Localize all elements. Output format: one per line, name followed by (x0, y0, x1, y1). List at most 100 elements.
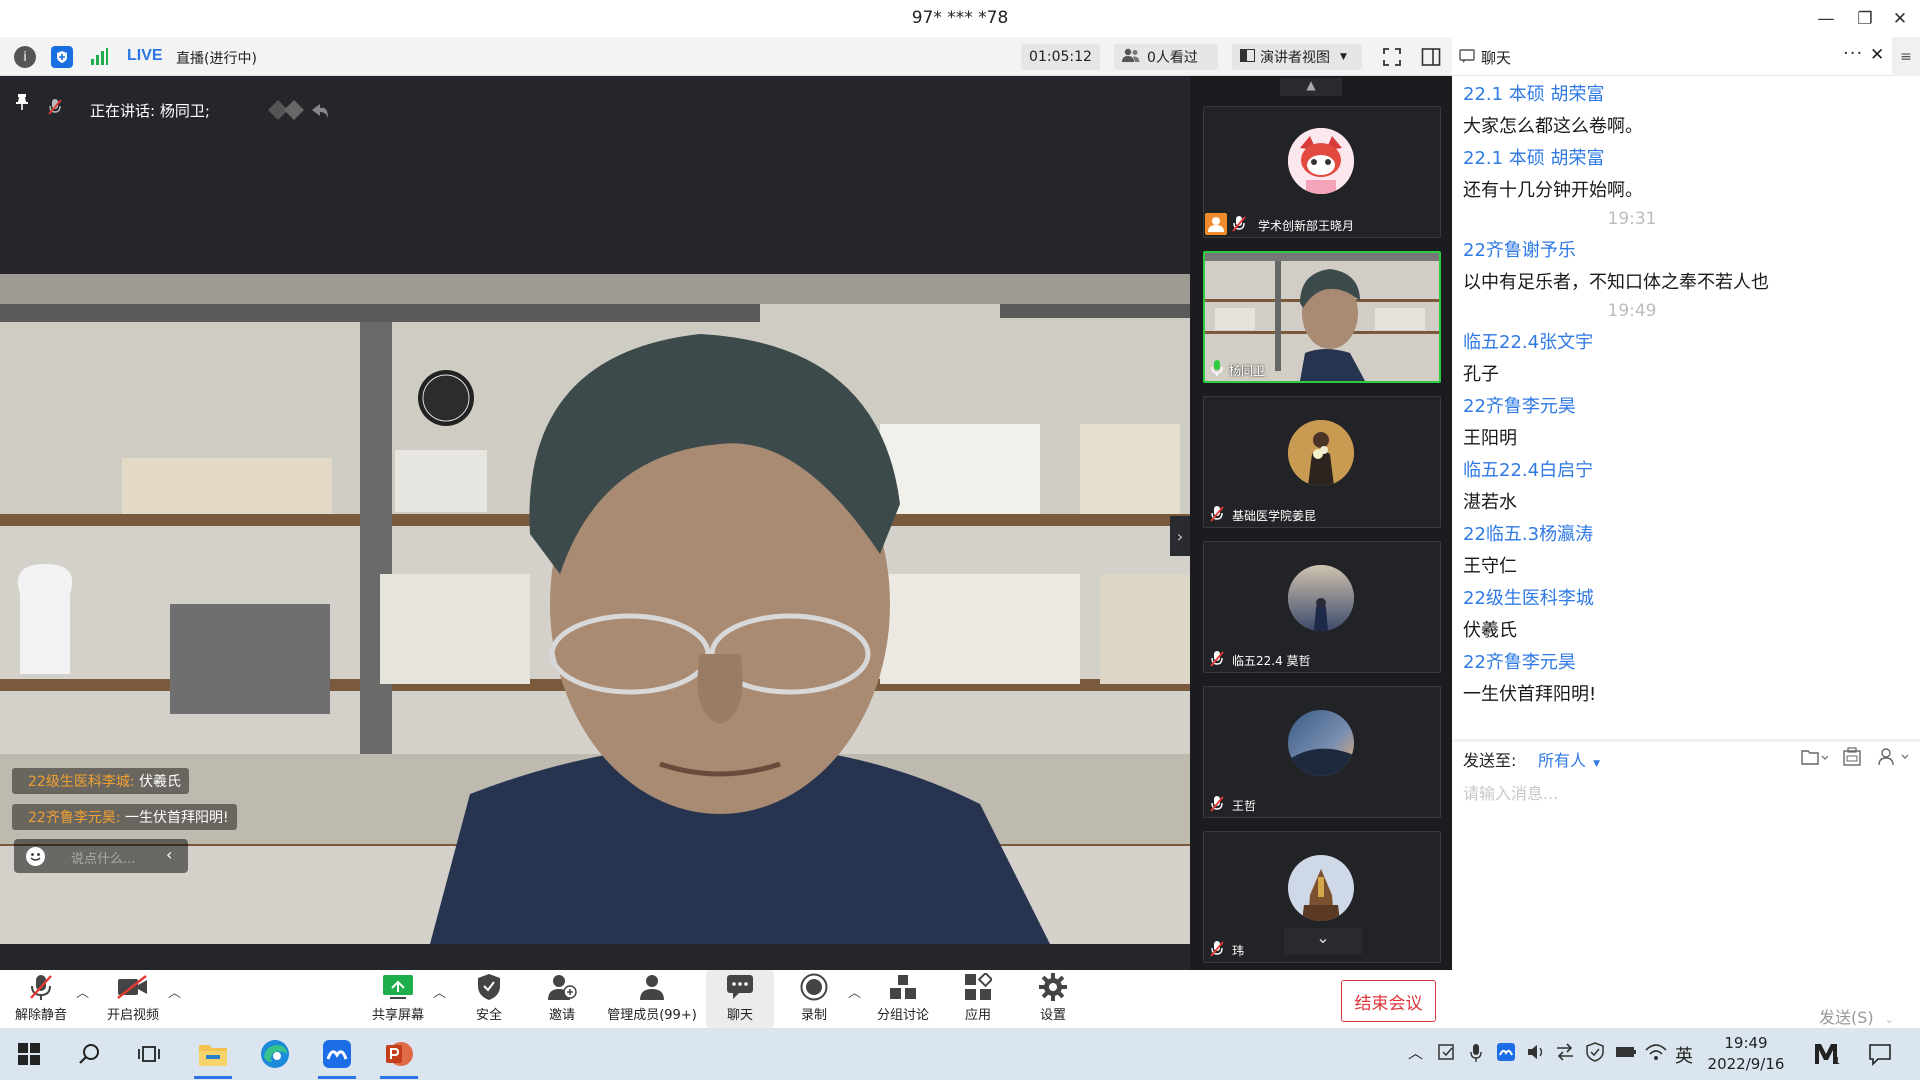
signal-icon[interactable] (89, 47, 109, 71)
speaker-label: 正在讲话: 杨同卫; (90, 102, 210, 120)
chevron-left-icon[interactable]: ‹ (166, 845, 172, 864)
user-settings-icon[interactable] (1878, 747, 1912, 771)
chat-sender[interactable]: 临五22.4张文宇 (1463, 328, 1593, 354)
chat-sender[interactable]: 22齐鲁李元昊 (1463, 392, 1576, 418)
chat-messages: 22.1 本硕 胡荣富 大家怎么都这么卷啊。 22.1 本硕 胡荣富 还有十几分… (1452, 76, 1920, 736)
send-button[interactable]: 发送(S) ⌄ (1819, 1004, 1894, 1028)
chat-title: 聊天 (1481, 49, 1512, 67)
wifi-icon[interactable] (1645, 1042, 1667, 1066)
chat-sender[interactable]: 临五22.4白启宁 (1463, 456, 1593, 482)
chat-button[interactable]: 聊天 (706, 970, 774, 1028)
reaction-icons[interactable] (268, 98, 330, 126)
avatar (1288, 855, 1354, 921)
chevron-up-icon[interactable]: ︿ (168, 982, 181, 1001)
chat-sender[interactable]: 22齐鲁李元昊 (1463, 648, 1576, 674)
file-icon[interactable] (1800, 748, 1829, 770)
record-button[interactable]: 录制 (790, 970, 838, 1028)
chevron-up-icon[interactable]: ︿ (1408, 1042, 1423, 1063)
viewers-button[interactable]: 0人看过 (1114, 44, 1218, 70)
notification-count: 1 (1834, 1056, 1841, 1067)
file-explorer-icon[interactable] (184, 1028, 242, 1080)
shield-icon[interactable] (51, 46, 73, 68)
pin-icon[interactable] (14, 93, 30, 115)
chat-sender[interactable]: 22临五.3杨瀛涛 (1463, 520, 1593, 546)
participant-tile[interactable]: 王哲 (1203, 686, 1441, 818)
chat-message: 孔子 (1463, 364, 1499, 385)
chat-sender[interactable]: 22.1 本硕 胡荣富 (1463, 144, 1605, 170)
task-view-icon[interactable] (120, 1028, 178, 1080)
chevron-up-icon[interactable]: ︿ (433, 982, 446, 1001)
tencent-meeting-icon[interactable] (308, 1028, 366, 1080)
close-window-button[interactable]: ✕ (1877, 0, 1920, 37)
chat-sender[interactable]: 22.1 本硕 胡荣富 (1463, 80, 1605, 106)
gear-icon (1039, 970, 1067, 1004)
collapse-strip-icon[interactable]: › (1170, 516, 1190, 556)
edge-icon[interactable] (246, 1028, 304, 1080)
chat-message: 湛若水 (1463, 492, 1517, 513)
battery-icon[interactable] (1615, 1042, 1637, 1066)
chat-message: 一生伏首拜阳明! (1463, 684, 1597, 705)
participant-tile[interactable]: 玮 ⌄ (1203, 831, 1441, 963)
powerpoint-icon[interactable] (370, 1028, 428, 1080)
add-user-icon (547, 970, 577, 1004)
microphone-icon[interactable] (1469, 1043, 1483, 1067)
apps-label: 应用 (964, 1008, 991, 1023)
screenshot-icon[interactable] (1842, 747, 1862, 771)
participant-tile-active[interactable]: 杨同卫 (1203, 251, 1441, 383)
taskbar: ︿ 英 19:49 2022/9/16 1 (0, 1028, 1920, 1080)
view-mode-dropdown[interactable]: 演讲者视图 ▼ (1232, 44, 1362, 70)
scroll-down-icon[interactable]: ⌄ (1284, 928, 1362, 954)
start-icon[interactable] (0, 1028, 58, 1080)
fullscreen-icon[interactable] (1382, 47, 1402, 71)
security-button[interactable]: 安全 (465, 970, 513, 1028)
apps-button[interactable]: 应用 (954, 970, 1002, 1028)
menu-icon[interactable]: ≡ (1892, 37, 1920, 76)
volume-icon[interactable] (1526, 1042, 1546, 1066)
people-icon (1122, 48, 1140, 67)
tencent-tray-icon[interactable] (1497, 1043, 1515, 1065)
participant-tile[interactable]: 学术创新部王晓月 (1203, 106, 1441, 238)
clock-time[interactable]: 19:49 (1706, 1034, 1786, 1052)
info-icon[interactable]: i (14, 46, 36, 68)
network-switch-icon[interactable] (1555, 1042, 1575, 1066)
settings-button[interactable]: 设置 (1029, 970, 1077, 1028)
invite-button[interactable]: 邀请 (538, 970, 586, 1028)
divider (1452, 739, 1920, 742)
send-to-dropdown[interactable]: 所有人 ▼ (1538, 747, 1600, 771)
scroll-up-icon[interactable]: ▲ (1280, 78, 1342, 96)
chat-sender[interactable]: 22齐鲁谢予乐 (1463, 236, 1576, 262)
security-tray-icon[interactable] (1585, 1042, 1605, 1066)
end-meeting-button[interactable]: 结束会议 (1341, 980, 1436, 1022)
search-icon[interactable] (60, 1028, 118, 1080)
ime-indicator[interactable]: 英 (1675, 1042, 1693, 1068)
main-video-stage: 正在讲话: 杨同卫; 22级生医科李城: 伏羲氏 22齐鲁李元昊: 一生伏首拜阳… (0, 76, 1190, 970)
breakout-button[interactable]: 分组讨论 (872, 970, 934, 1028)
send-to-label: 发送至: (1463, 751, 1517, 770)
clock-date[interactable]: 2022/9/16 (1706, 1055, 1786, 1073)
chat-sender[interactable]: 22级生医科李城 (1463, 584, 1594, 610)
more-icon[interactable]: ··· (1843, 43, 1863, 64)
overlay-chat-message: 伏羲氏 (138, 774, 181, 790)
close-chat-button[interactable]: ✕ (1870, 45, 1884, 65)
overlay-chat-input[interactable]: 说点什么... ‹ (14, 839, 188, 873)
live-badge[interactable]: LIVE (127, 47, 163, 65)
participant-tile[interactable]: 基础医学院姜昆 (1203, 396, 1441, 528)
unmute-button[interactable]: 解除静音 (10, 970, 72, 1028)
action-center-icon[interactable] (1868, 1042, 1892, 1070)
panel-toggle-icon[interactable] (1421, 47, 1441, 71)
emoji-icon[interactable] (26, 847, 45, 866)
chevron-up-icon[interactable]: ︿ (76, 982, 89, 1001)
chat-input[interactable]: 请输入消息... (1463, 780, 1558, 804)
live-status[interactable]: 直播(进行中) (176, 48, 257, 68)
share-screen-button[interactable]: 共享屏幕 (366, 970, 430, 1028)
bottom-toolbar: 解除静音 ︿ 开启视频 ︿ 共享屏幕 ︿ 安全 邀请 管理成员(99+) 聊天 … (0, 970, 1452, 1028)
view-mode-label: 演讲者视图 (1260, 50, 1330, 66)
tray-app-icon[interactable] (1437, 1043, 1457, 1067)
chat-message: 王守仁 (1463, 556, 1517, 577)
start-video-button[interactable]: 开启视频 (102, 970, 164, 1028)
manage-members-button[interactable]: 管理成员(99+) (604, 970, 700, 1028)
share-screen-icon (382, 970, 414, 1004)
chevron-up-icon[interactable]: ︿ (848, 982, 861, 1001)
participant-tile[interactable]: 临五22.4 莫哲 (1203, 541, 1441, 673)
chat-message: 大家怎么都这么卷啊。 (1463, 116, 1643, 137)
